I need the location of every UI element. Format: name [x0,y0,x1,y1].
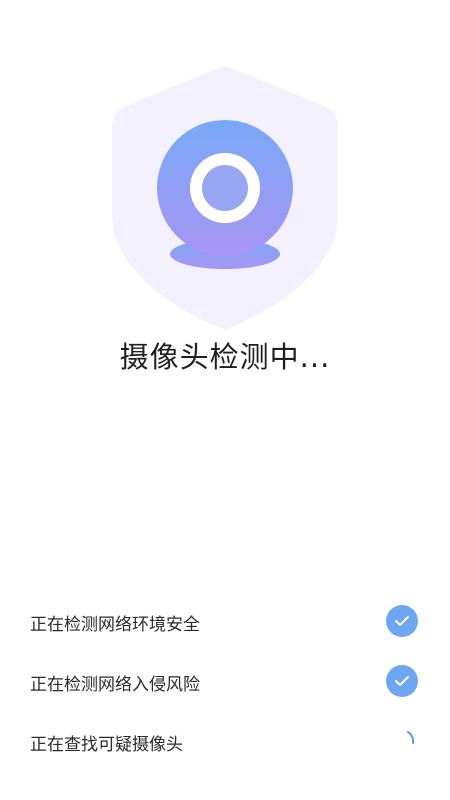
check-label: 正在检测网络环境安全 [30,615,200,635]
check-label: 正在检测网络入侵风险 [30,675,200,695]
check-list: 正在检测网络环境安全 正在检测网络入侵风险 正在查找可疑摄像头 [0,592,450,772]
shield-camera-illustration [108,64,342,334]
shield-icon [112,66,338,330]
check-label: 正在查找可疑摄像头 [30,735,183,755]
check-circle-icon [386,605,418,637]
scan-title: 摄像头检测中... [119,340,331,374]
camera-scan-screen: 摄像头检测中... 正在检测网络环境安全 正在检测网络入侵风险 正在查找可疑摄像… [0,0,450,800]
check-status [386,725,418,757]
webcam-icon [157,120,293,269]
check-status [386,605,418,637]
check-row-intrusion-risk: 正在检测网络入侵风险 [0,652,450,712]
check-row-network-env: 正在检测网络环境安全 [0,592,450,652]
check-status [386,665,418,697]
check-circle-icon [386,665,418,697]
spinner-icon [407,731,415,744]
check-row-suspicious-camera: 正在查找可疑摄像头 [0,712,450,772]
